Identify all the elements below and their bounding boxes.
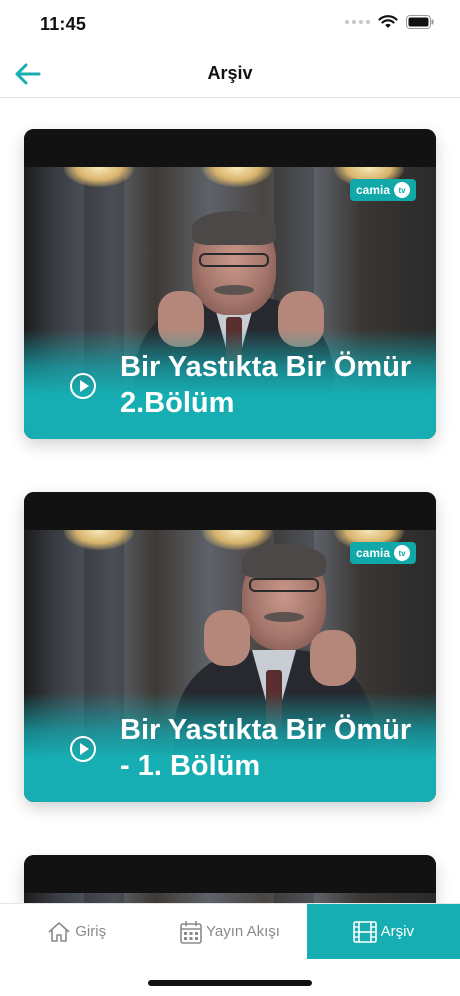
status-icons [345,15,434,29]
wifi-icon [378,15,398,28]
tab-label: Arşiv [380,923,414,940]
channel-logo: camia tv [349,179,416,201]
video-card[interactable] [24,855,436,903]
status-time: 11:45 [40,14,87,34]
tab-arsiv[interactable]: Arşiv [306,904,460,959]
home-indicator [148,980,312,986]
video-thumbnail [24,893,436,903]
card-top-band [24,129,436,167]
archive-list[interactable]: camia tv Bir Yastıkta Bir Ömür 2.Bölüm c… [0,99,460,903]
play-icon [70,736,96,762]
navigation-bar: Arşiv [0,48,460,98]
video-card[interactable]: camia tv Bir Yastıkta Bir Ömür - 1. Bölü… [24,492,436,802]
film-icon [352,920,377,943]
card-title: Bir Yastıkta Bir Ömür - 1. Bölüm [120,714,412,782]
card-top-band [24,855,436,893]
calendar-icon [180,920,202,944]
tab-label: Giriş [75,923,107,940]
battery-icon [406,15,434,29]
page-title: Arşiv [207,63,253,83]
card-title: Bir Yastıkta Bir Ömür 2.Bölüm [120,351,412,419]
tab-giris[interactable]: Giriş [0,904,153,959]
video-thumbnail: camia tv Bir Yastıkta Bir Ömür 2.Bölüm [24,167,436,439]
tab-label: Yayın Akışı [206,923,280,940]
card-top-band [24,492,436,530]
home-icon [48,921,70,942]
video-card[interactable]: camia tv Bir Yastıkta Bir Ömür 2.Bölüm [24,129,436,439]
tab-bar: Giriş Yayın Akışı Arşiv [0,903,460,959]
channel-logo: camia tv [349,542,416,564]
status-bar: 11:45 [0,0,460,48]
play-icon [70,373,96,399]
signal-dots-icon [345,20,370,24]
video-thumbnail: camia tv Bir Yastıkta Bir Ömür - 1. Bölü… [24,530,436,802]
tab-yayin-akisi[interactable]: Yayın Akışı [153,904,306,959]
